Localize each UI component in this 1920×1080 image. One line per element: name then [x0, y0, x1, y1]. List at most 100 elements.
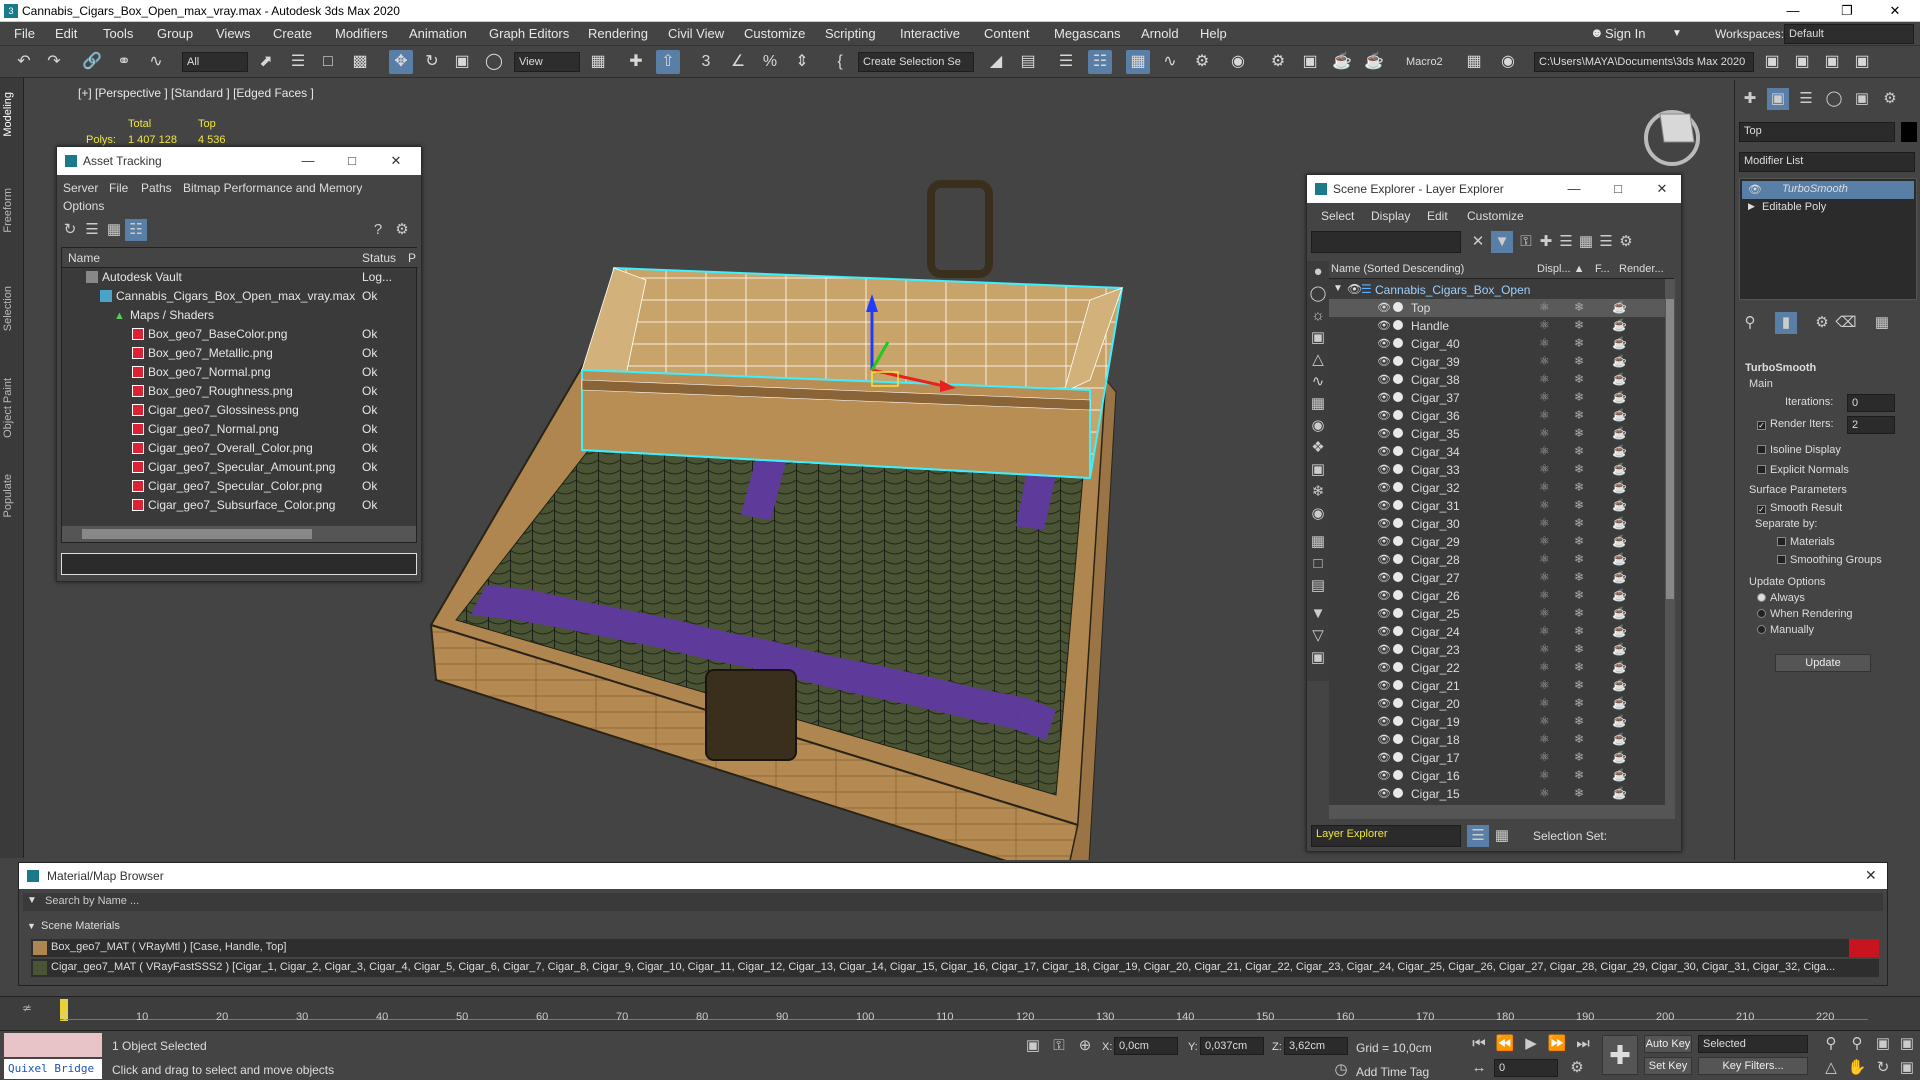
freeze-icon[interactable]: ❄	[1574, 732, 1584, 746]
display-box-icon[interactable]: ⚛	[1539, 300, 1550, 314]
hierarchy-tab-icon[interactable]: ☰	[1795, 88, 1817, 110]
scene-item-row[interactable]: 👁 Cigar_32 ⚛ ❄ ☕	[1329, 479, 1674, 497]
sync-icon[interactable]: ⚙	[1615, 231, 1637, 253]
explicit-normals-checkbox[interactable]: Explicit Normals	[1757, 464, 1849, 476]
zoom-extents-icon[interactable]: ▣	[1872, 1033, 1894, 1055]
eye-icon[interactable]: 👁	[1377, 751, 1391, 764]
display-box-icon[interactable]: ⚛	[1539, 678, 1550, 692]
spinner-snap-icon[interactable]: ⇕	[790, 50, 814, 74]
menu-animation[interactable]: Animation	[409, 26, 467, 41]
scene-item-row[interactable]: 👁 Handle ⚛ ❄ ☕	[1329, 317, 1674, 335]
bind-spacewarp-icon[interactable]: ∿	[144, 50, 168, 74]
freeze-icon[interactable]: ❄	[1574, 552, 1584, 566]
funnel-add-icon[interactable]: ▽	[1307, 625, 1329, 647]
scene-menu-customize[interactable]: Customize	[1467, 209, 1524, 223]
close-button[interactable]: ✕	[1651, 179, 1673, 199]
lock-icon[interactable]: ⚿	[1515, 231, 1537, 253]
scene-item-row[interactable]: 👁 Cigar_17 ⚛ ❄ ☕	[1329, 749, 1674, 767]
new-layer-icon[interactable]: ✚	[1535, 231, 1557, 253]
hierarchy-icon[interactable]: ▦	[1575, 231, 1597, 253]
asset-path-field[interactable]	[61, 553, 417, 575]
scroll-thumb[interactable]	[82, 529, 312, 539]
chevron-down-icon[interactable]: ▼	[1672, 28, 1682, 39]
freeze-icon[interactable]: ❄	[1574, 534, 1584, 548]
renderable-icon[interactable]: ☕	[1612, 750, 1627, 764]
time-tag-icon[interactable]: ◷	[1330, 1059, 1352, 1080]
menu-civil-view[interactable]: Civil View	[668, 26, 724, 41]
materials-checkbox[interactable]: Materials	[1777, 536, 1835, 548]
renderable-icon[interactable]: ☕	[1612, 300, 1627, 314]
asset-menu-bitmap[interactable]: Bitmap Performance and Memory	[183, 181, 362, 195]
when-rendering-radio[interactable]: When Rendering	[1757, 608, 1853, 620]
renderable-icon[interactable]: ☕	[1612, 444, 1627, 458]
display-box-icon[interactable]: ⚛	[1539, 516, 1550, 530]
display-box-icon[interactable]: ⚛	[1539, 498, 1550, 512]
eye-icon[interactable]: 👁	[1377, 445, 1391, 458]
smooth-result-checkbox[interactable]: ✓ Smooth Result	[1757, 502, 1842, 514]
scene-root-row[interactable]: ▼ 👁 ☰ Cannabis_Cigars_Box_Open	[1329, 281, 1674, 299]
freeze-icon[interactable]: ❄	[1574, 390, 1584, 404]
freeze-icon[interactable]: ❄	[1574, 318, 1584, 332]
minimize-button[interactable]: —	[1563, 179, 1585, 199]
helper-filter-icon[interactable]: △	[1307, 349, 1329, 371]
display-box-icon[interactable]: ⚛	[1539, 336, 1550, 350]
smoothing-groups-checkbox[interactable]: Smoothing Groups	[1777, 554, 1882, 566]
select-move-icon[interactable]: ✥	[389, 50, 413, 74]
manually-radio[interactable]: Manually	[1757, 624, 1814, 636]
eye-icon[interactable]: 👁	[1377, 661, 1391, 674]
scene-item-row[interactable]: 👁 Cigar_38 ⚛ ❄ ☕	[1329, 371, 1674, 389]
timeline[interactable]: ≄ 0 10 20 30 40 50 60 70 80 90 100 110 120 130 140 150 1…	[0, 996, 1920, 1030]
set-key-button[interactable]: Set Key	[1644, 1057, 1692, 1075]
scene-item-row[interactable]: 👁 Cigar_21 ⚛ ❄ ☕	[1329, 677, 1674, 695]
isolate-icon[interactable]: ▣	[1022, 1035, 1044, 1057]
container-filter-icon[interactable]: ▣	[1307, 459, 1329, 481]
renderable-icon[interactable]: ☕	[1612, 588, 1627, 602]
freeze-icon[interactable]: ❄	[1574, 786, 1584, 800]
scene-item-row[interactable]: 👁 Cigar_39 ⚛ ❄ ☕	[1329, 353, 1674, 371]
renderable-icon[interactable]: ☕	[1612, 408, 1627, 422]
shape-filter-icon[interactable]: ◯	[1307, 283, 1329, 305]
absolute-mode-icon[interactable]: ⊕	[1074, 1035, 1096, 1057]
scene-item-row[interactable]: 👁 Cigar_37 ⚛ ❄ ☕	[1329, 389, 1674, 407]
collapse-icon[interactable]: ▼	[27, 921, 36, 931]
goto-start-icon[interactable]: ⏮	[1468, 1033, 1490, 1055]
table-row[interactable]: ▲ Maps / Shaders	[114, 308, 214, 327]
freeze-icon[interactable]: ❄	[1574, 462, 1584, 476]
select-by-name-icon[interactable]: ☰	[286, 50, 310, 74]
minimize-button[interactable]: —	[1770, 0, 1816, 22]
renderable-icon[interactable]: ☕	[1612, 390, 1627, 404]
renderable-icon[interactable]: ☕	[1612, 768, 1627, 782]
freeze-icon[interactable]: ❄	[1574, 696, 1584, 710]
none-filter-icon[interactable]: □	[1307, 553, 1329, 575]
scene-item-row[interactable]: 👁 Cigar_19 ⚛ ❄ ☕	[1329, 713, 1674, 731]
prev-frame-icon[interactable]: ⏪	[1494, 1033, 1516, 1055]
motion-tab-icon[interactable]: ◯	[1823, 88, 1845, 110]
eye-icon[interactable]: 👁	[1377, 733, 1391, 746]
asset-menu-server[interactable]: Server	[63, 181, 98, 195]
edit-named-selection-icon[interactable]: {	[828, 50, 852, 74]
show-end-result-icon[interactable]: ▮	[1775, 312, 1797, 334]
select-scale-icon[interactable]: ▣	[450, 50, 474, 74]
freeze-icon[interactable]: ❄	[1574, 750, 1584, 764]
display-box-icon[interactable]: ⚛	[1539, 390, 1550, 404]
display-box-icon[interactable]: ⚛	[1539, 750, 1550, 764]
asset-hscrollbar[interactable]	[62, 526, 416, 542]
refresh-icon[interactable]: ↻	[59, 219, 81, 241]
expand-icon[interactable]: ▶	[1748, 201, 1755, 212]
maximize-button[interactable]: □	[341, 151, 363, 171]
scene-menu-display[interactable]: Display	[1371, 209, 1410, 223]
sign-in-button[interactable]: Sign In	[1605, 26, 1645, 41]
undo-icon[interactable]: ↶	[12, 50, 36, 74]
make-unique-icon[interactable]: ⚙	[1811, 312, 1833, 334]
renderable-icon[interactable]: ☕	[1612, 498, 1627, 512]
col-name-sorted[interactable]: Name (Sorted Descending)	[1331, 263, 1464, 275]
create-tab-icon[interactable]: ✚	[1739, 88, 1761, 110]
scene-explorer-icon[interactable]: ☰	[1054, 50, 1078, 74]
eye-icon[interactable]: 👁	[1377, 427, 1391, 440]
freeze-icon[interactable]: ❄	[1574, 768, 1584, 782]
play-icon[interactable]: ▶	[1520, 1033, 1542, 1055]
menu-graph-editors[interactable]: Graph Editors	[489, 26, 569, 41]
eye-icon[interactable]: 👁	[1377, 481, 1391, 494]
pivot-center-icon[interactable]: ▦	[586, 50, 610, 74]
freeze-icon[interactable]: ❄	[1574, 354, 1584, 368]
